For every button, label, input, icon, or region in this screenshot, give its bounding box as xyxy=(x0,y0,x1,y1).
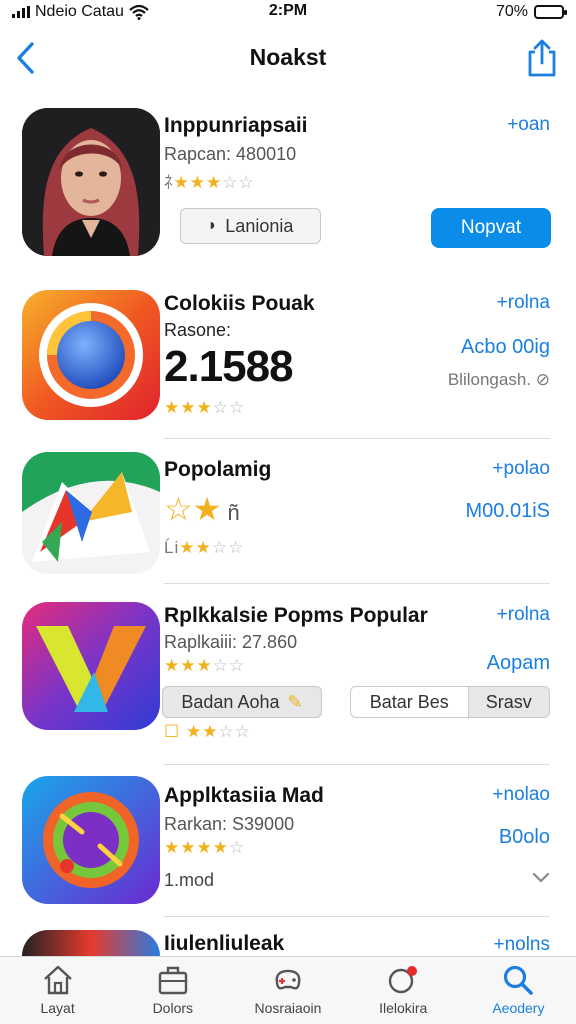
list-item[interactable]: Applktasiia Mad Rarkan: S39000 ★★★★☆ 1.m… xyxy=(0,772,576,912)
rating-stars-secondary: ☐ ★★☆☆ xyxy=(164,722,251,741)
rating-stars: Ĺi★★☆☆ xyxy=(164,538,245,557)
meta-label: 1.mod xyxy=(164,870,215,890)
app-name[interactable]: Inppunriapsaii xyxy=(164,114,308,138)
tab-layat[interactable]: Layat xyxy=(0,957,115,1024)
rating-stars: ★★★☆☆ xyxy=(164,398,246,417)
app-subtitle: Rapcan: 480010 xyxy=(164,144,297,164)
app-name[interactable]: Popolamig xyxy=(164,458,271,482)
price-label[interactable]: Acbo 00ig xyxy=(461,336,550,359)
list-item[interactable]: Iiulenliuleak +nolns xyxy=(0,926,576,956)
big-value: 2.1588 xyxy=(164,342,294,391)
clock: 2:PM xyxy=(268,2,308,19)
avatar xyxy=(22,108,160,256)
segment-b[interactable]: Srasv xyxy=(467,687,549,717)
rating-stars: ★★★★☆ xyxy=(164,838,246,857)
app-name[interactable]: Rplkkalsie Popms Popular xyxy=(164,604,428,628)
chip-left[interactable]: Badan Aoha ✎ xyxy=(162,686,322,718)
app-name[interactable]: Iiulenliuleak xyxy=(164,932,284,956)
app-name[interactable]: Colokiis Pouak xyxy=(164,292,315,316)
tab-dolors[interactable]: Dolors xyxy=(115,957,230,1024)
app-icon-partial xyxy=(22,930,160,956)
nav-bar: Noakst xyxy=(0,32,576,84)
chevron-down-icon[interactable] xyxy=(532,872,550,884)
chat-icon xyxy=(389,966,418,994)
meta-label: Blilongash. ⊘ xyxy=(447,370,550,389)
divider xyxy=(164,764,550,765)
tag-icon: ⊘ xyxy=(535,370,550,389)
app-icon-game xyxy=(22,776,160,904)
divider xyxy=(164,438,550,439)
app-icon-creative xyxy=(22,602,160,730)
app-icon-browser xyxy=(22,290,160,420)
rating-stars: ﾈ★★★☆☆ xyxy=(164,173,255,192)
get-link[interactable]: +rolna xyxy=(497,292,550,314)
app-icon-maps xyxy=(22,452,160,574)
divider xyxy=(164,583,550,584)
price-label[interactable]: M00.01iS xyxy=(466,500,551,523)
segment-a[interactable]: Batar Bes xyxy=(351,692,468,713)
get-link[interactable]: +oan xyxy=(507,114,550,136)
home-icon xyxy=(43,965,72,995)
app-name[interactable]: Applktasiia Mad xyxy=(164,784,324,808)
search-icon xyxy=(504,965,534,995)
tab-aeodery[interactable]: Aeodery xyxy=(461,957,576,1024)
tab-ilelokira[interactable]: Ilelokira xyxy=(346,957,461,1024)
get-link[interactable]: +nolao xyxy=(492,784,550,806)
share-icon[interactable] xyxy=(524,38,560,78)
get-link[interactable]: +nolns xyxy=(493,934,550,956)
tab-bar: Layat Dolors Nosraiaoin Ilelokira Aeoder… xyxy=(0,956,576,1024)
divider xyxy=(164,916,550,917)
page-title: Noakst xyxy=(249,44,327,70)
featured-stars: ☆★ ñ xyxy=(164,491,240,527)
rating-stars: ★★★☆☆ xyxy=(164,656,246,675)
briefcase-icon xyxy=(158,966,187,995)
list-item[interactable]: Inppunriapsaii Rapcan: 480010 ﾈ★★★☆☆ +oa… xyxy=(0,104,576,264)
tab-nosraiaoin[interactable]: Nosraiaoin xyxy=(230,957,345,1024)
battery-percent: 70% xyxy=(495,3,528,20)
battery-icon xyxy=(534,5,567,19)
segmented-control[interactable]: Batar Bes Srasv xyxy=(350,686,550,718)
gamepad-icon xyxy=(275,969,301,990)
list-item[interactable]: Popolamig ☆★ ñ Ĺi★★☆☆ +polao M00.01iS xyxy=(0,450,576,582)
app-subtitle: Rarkan: S39000 xyxy=(164,814,295,834)
pencil-icon: ✎ xyxy=(287,691,303,712)
price-label[interactable]: Aopam xyxy=(487,652,550,675)
primary-button[interactable]: Nopvat xyxy=(431,208,551,248)
get-link[interactable]: +rolna xyxy=(497,604,550,626)
app-subtitle: Rasone: xyxy=(164,320,232,340)
secondary-button[interactable]: ◗ Lanionia xyxy=(180,208,321,244)
status-bar: Ndeio Catau 2:PM 70% xyxy=(0,0,576,26)
list-item[interactable]: Colokiis Pouak Rasone: 2.1588 ★★★☆☆ +rol… xyxy=(0,286,576,436)
price-label[interactable]: B0olo xyxy=(499,826,550,849)
list-item[interactable]: Rplkkalsie Popms Popular Raplkaiii: 27.8… xyxy=(0,596,576,752)
app-subtitle: Raplkaiii: 27.860 xyxy=(164,632,298,652)
get-link[interactable]: +polao xyxy=(492,458,550,480)
play-icon: ◗ xyxy=(207,217,218,234)
